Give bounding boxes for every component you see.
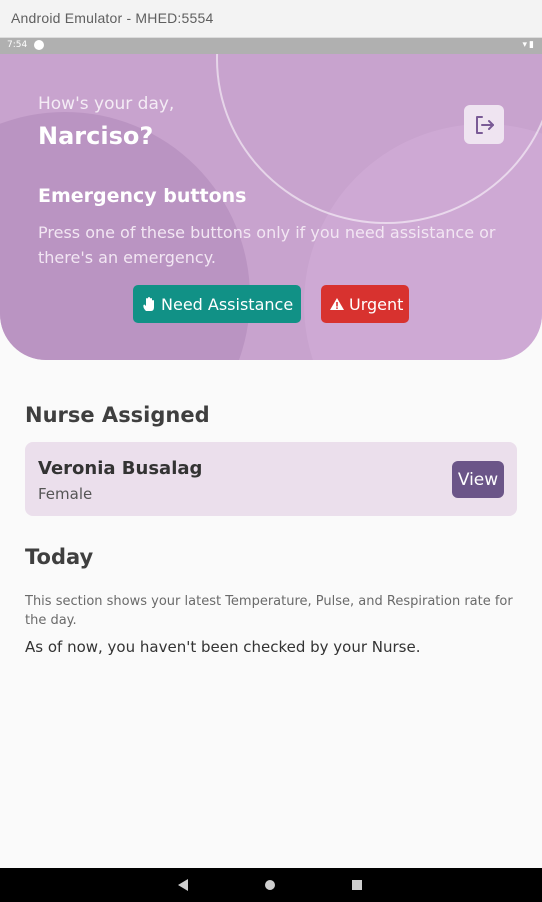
hand-icon [143, 297, 154, 311]
nurse-section-title: Nurse Assigned [25, 403, 210, 427]
recents-icon[interactable] [352, 880, 362, 890]
today-section-title: Today [25, 545, 94, 569]
nurse-card: Veronia Busalag Female View [25, 442, 517, 516]
today-message: As of now, you haven't been checked by y… [25, 638, 421, 656]
logout-icon [476, 115, 494, 134]
back-icon[interactable] [178, 879, 188, 891]
urgent-label: Urgent [349, 294, 404, 314]
emulator-screen: 7:54 ▾▮ How's your day, Narciso? Emergen… [0, 38, 542, 902]
battery-icon: ▮ [529, 40, 536, 50]
logout-button[interactable] [464, 105, 504, 144]
notification-icon [34, 40, 44, 50]
greeting-text: How's your day, [38, 94, 175, 114]
today-description: This section shows your latest Temperatu… [25, 594, 513, 628]
need-assistance-button[interactable]: Need Assistance [133, 285, 301, 323]
status-icons: ▾▮ [523, 40, 536, 50]
window-title: Android Emulator - MHED:5554 [11, 10, 214, 26]
status-time: 7:54 [7, 40, 28, 50]
home-icon[interactable] [265, 880, 275, 890]
emergency-description: Press one of these buttons only if you n… [38, 223, 496, 267]
nav-bar [0, 868, 542, 902]
status-bar: 7:54 ▾▮ [0, 38, 542, 54]
urgent-button[interactable]: Urgent [321, 285, 409, 323]
warning-icon [330, 298, 344, 310]
need-assistance-label: Need Assistance [161, 294, 294, 314]
emergency-title: Emergency buttons [38, 185, 247, 207]
user-name: Narciso? [38, 122, 154, 150]
view-nurse-button[interactable]: View [452, 461, 504, 498]
window-title-bar: Android Emulator - MHED:5554 [0, 0, 542, 38]
nurse-gender: Female [38, 485, 93, 503]
nurse-name: Veronia Busalag [38, 458, 203, 479]
header-card: How's your day, Narciso? Emergency butto… [0, 54, 542, 360]
